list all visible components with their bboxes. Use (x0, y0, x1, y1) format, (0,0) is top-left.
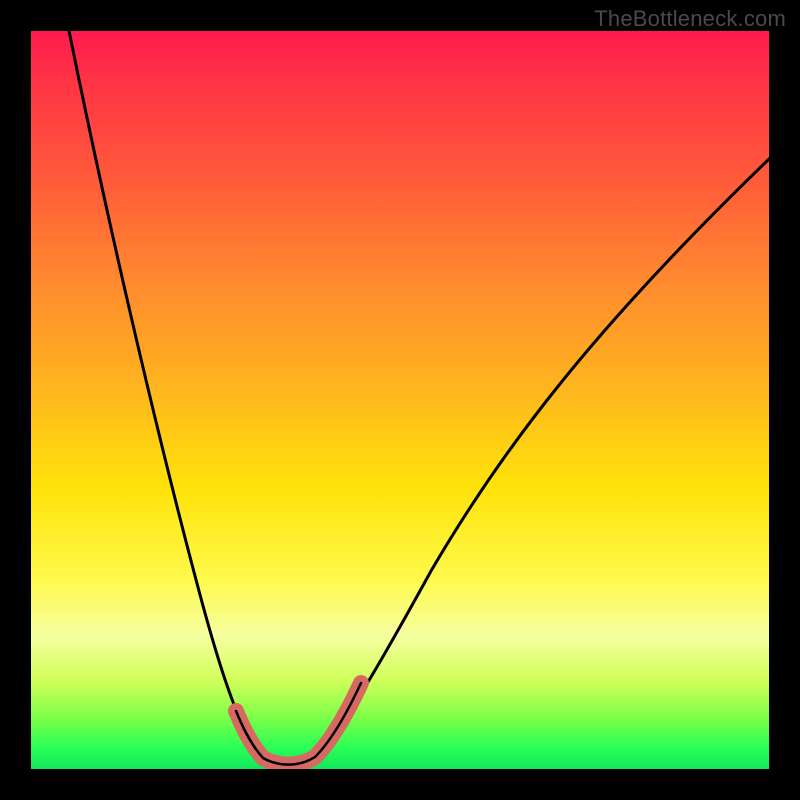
bottleneck-curve-svg (31, 31, 769, 769)
gradient-plot-area (31, 31, 769, 769)
curve-left-branch (65, 31, 261, 757)
marker-right-wall (315, 683, 361, 757)
curve-right-branch (316, 159, 769, 755)
chart-frame: TheBottleneck.com (0, 0, 800, 800)
watermark-text: TheBottleneck.com (594, 6, 786, 32)
